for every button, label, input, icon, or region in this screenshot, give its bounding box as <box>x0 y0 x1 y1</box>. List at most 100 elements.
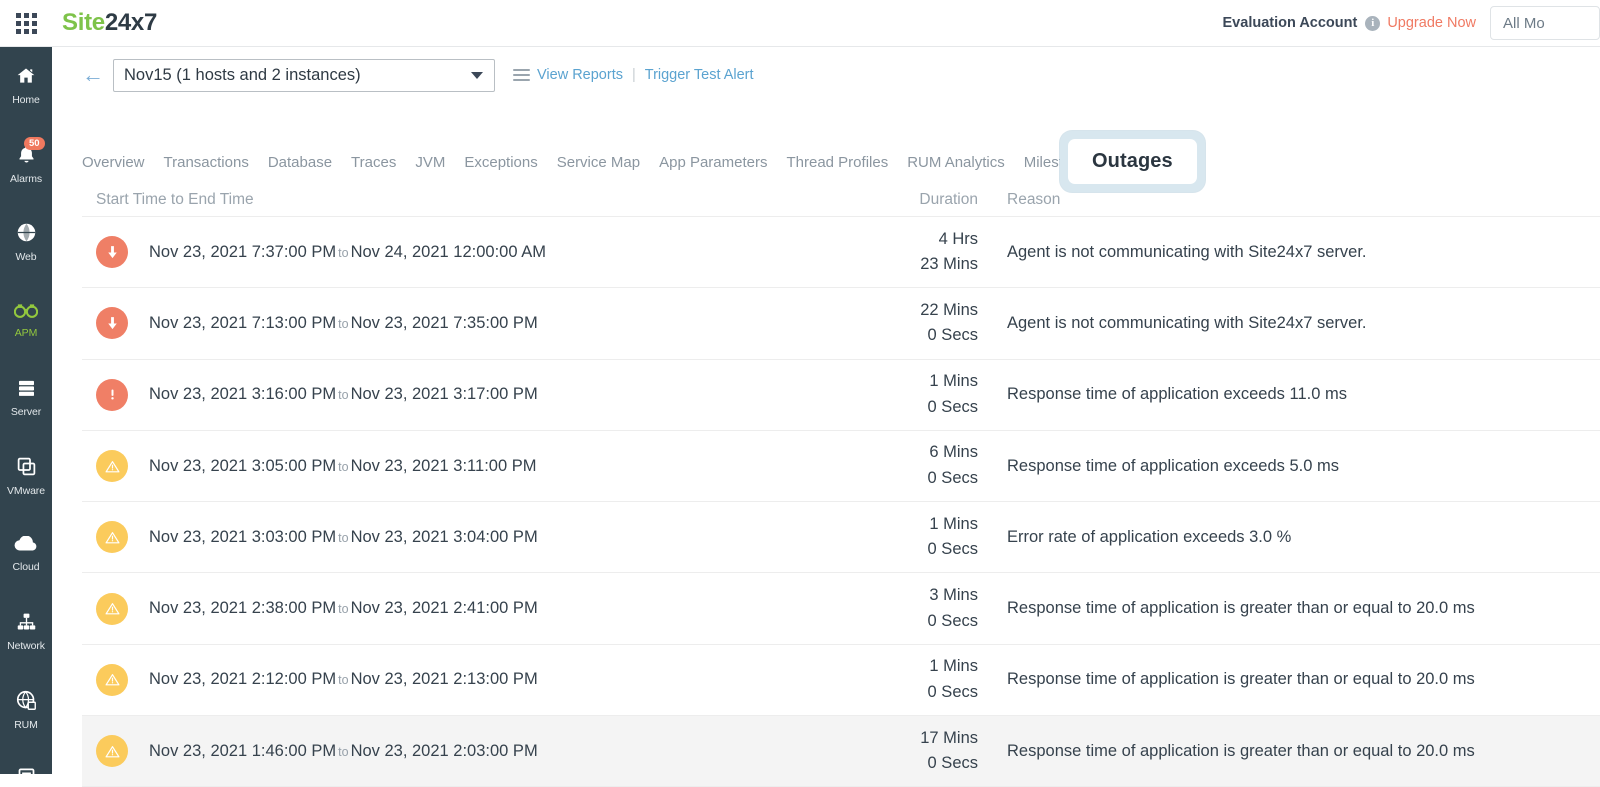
tab-app-parameters[interactable]: App Parameters <box>659 154 767 171</box>
cell-duration: 1 Mins 0 Secs <box>872 369 978 420</box>
sidebar-item-vmware[interactable]: VMware <box>0 437 52 515</box>
to-label: to <box>336 388 350 402</box>
tab-traces[interactable]: Traces <box>351 154 396 171</box>
table-row[interactable]: Nov 23, 2021 3:03:00 PMtoNov 23, 2021 3:… <box>82 502 1600 573</box>
table-row[interactable]: Nov 23, 2021 3:05:00 PMtoNov 23, 2021 3:… <box>82 431 1600 502</box>
alarms-badge: 50 <box>24 137 45 150</box>
back-arrow-icon[interactable]: ← <box>82 64 104 86</box>
sidebar-item-home[interactable]: Home <box>0 47 52 125</box>
column-header-time: Start Time to End Time <box>82 191 872 209</box>
sidebar-item-cloud[interactable]: Cloud <box>0 515 52 593</box>
end-time: Nov 23, 2021 2:41:00 PM <box>351 599 538 617</box>
time-range: Nov 23, 2021 3:16:00 PMtoNov 23, 2021 3:… <box>149 385 538 404</box>
cell-reason: Response time of application is greater … <box>978 670 1600 689</box>
cell-reason: Response time of application is greater … <box>978 742 1600 761</box>
toolbar-links: View Reports | Trigger Test Alert <box>513 67 754 83</box>
tab-database[interactable]: Database <box>268 154 332 171</box>
table-row[interactable]: Nov 23, 2021 7:13:00 PMtoNov 23, 2021 7:… <box>82 288 1600 359</box>
sidebar-label-server: Server <box>11 406 41 418</box>
logo-text-site: Site <box>62 9 105 36</box>
sidebar-label-rum: RUM <box>14 719 38 731</box>
tab-transactions[interactable]: Transactions <box>164 154 249 171</box>
status-trouble-icon <box>96 593 128 625</box>
cell-reason: Response time of application exceeds 11.… <box>978 385 1600 404</box>
sidebar-item-web[interactable]: Web <box>0 203 52 281</box>
end-time: Nov 23, 2021 3:17:00 PM <box>351 385 538 403</box>
sidebar-label-vmware: VMware <box>7 485 45 497</box>
monitor-select-dropdown[interactable]: Nov15 (1 hosts and 2 instances) <box>113 59 495 92</box>
end-time: Nov 23, 2021 3:04:00 PM <box>351 528 538 546</box>
duration-line-2: 0 Secs <box>872 751 978 777</box>
duration-line-2: 0 Secs <box>872 323 978 349</box>
duration-line-1: 4 Hrs <box>872 227 978 253</box>
cell-duration: 22 Mins 0 Secs <box>872 298 978 349</box>
apps-grid-icon[interactable] <box>0 0 52 47</box>
time-range: Nov 23, 2021 1:46:00 PMtoNov 23, 2021 2:… <box>149 742 538 761</box>
globe-icon <box>16 222 37 248</box>
column-header-reason: Reason <box>978 191 1600 209</box>
cell-duration: 1 Mins 0 Secs <box>872 654 978 705</box>
cell-time: Nov 23, 2021 2:38:00 PMtoNov 23, 2021 2:… <box>82 593 872 625</box>
cell-reason: Agent is not communicating with Site24x7… <box>978 243 1600 262</box>
sidebar-item-network[interactable]: Network <box>0 593 52 671</box>
account-label: Evaluation Account <box>1223 15 1358 31</box>
tab-overview[interactable]: Overview <box>82 154 145 171</box>
to-label: to <box>336 317 350 331</box>
left-sidebar: Home 50 Alarms Web APM Server VMware <box>0 47 52 774</box>
hamburger-icon[interactable] <box>513 69 530 81</box>
tab-thread-profiles[interactable]: Thread Profiles <box>786 154 888 171</box>
to-label: to <box>336 673 350 687</box>
tab-exceptions[interactable]: Exceptions <box>464 154 537 171</box>
start-time: Nov 23, 2021 7:37:00 PM <box>149 243 336 261</box>
cell-time: Nov 23, 2021 7:13:00 PMtoNov 23, 2021 7:… <box>82 307 872 339</box>
sidebar-item-alarms[interactable]: 50 Alarms <box>0 125 52 203</box>
tab-outages[interactable]: Outages <box>1068 139 1197 184</box>
sidebar-label-cloud: Cloud <box>13 561 40 573</box>
rum-globe-icon <box>16 690 37 716</box>
tab-rum-analytics[interactable]: RUM Analytics <box>907 154 1005 171</box>
network-icon <box>16 612 37 637</box>
cell-time: Nov 23, 2021 3:16:00 PMtoNov 23, 2021 3:… <box>82 379 872 411</box>
duration-line-2: 0 Secs <box>872 395 978 421</box>
sidebar-item-rum[interactable]: RUM <box>0 671 52 749</box>
table-row[interactable]: Nov 23, 2021 2:38:00 PMtoNov 23, 2021 2:… <box>82 573 1600 644</box>
column-header-duration: Duration <box>872 191 978 209</box>
cell-reason: Agent is not communicating with Site24x7… <box>978 314 1600 333</box>
sidebar-item-server[interactable]: Server <box>0 359 52 437</box>
end-time: Nov 24, 2021 12:00:00 AM <box>351 243 546 261</box>
sidebar-item-applogs[interactable]: AppLogs <box>0 749 52 774</box>
to-label: to <box>336 745 350 759</box>
table-row[interactable]: Nov 23, 2021 1:46:00 PMtoNov 23, 2021 2:… <box>82 716 1600 787</box>
duration-line-1: 1 Mins <box>872 654 978 680</box>
duration-line-1: 3 Mins <box>872 583 978 609</box>
cell-reason: Error rate of application exceeds 3.0 % <box>978 528 1600 547</box>
start-time: Nov 23, 2021 3:16:00 PM <box>149 385 336 403</box>
status-down-icon <box>96 307 128 339</box>
cell-duration: 6 Mins 0 Secs <box>872 440 978 491</box>
tab-bar: Overview Transactions Database Traces JV… <box>82 154 1095 171</box>
time-range: Nov 23, 2021 3:05:00 PMtoNov 23, 2021 3:… <box>149 457 536 476</box>
table-row[interactable]: Nov 23, 2021 3:16:00 PMtoNov 23, 2021 3:… <box>82 360 1600 431</box>
all-monitors-search[interactable]: All Mo <box>1490 6 1600 40</box>
cell-time: Nov 23, 2021 2:12:00 PMtoNov 23, 2021 2:… <box>82 664 872 696</box>
to-label: to <box>336 531 350 545</box>
info-icon[interactable]: i <box>1365 16 1380 31</box>
to-label: to <box>336 602 350 616</box>
trigger-test-alert-link[interactable]: Trigger Test Alert <box>645 67 754 83</box>
table-row[interactable]: Nov 23, 2021 2:12:00 PMtoNov 23, 2021 2:… <box>82 645 1600 716</box>
tab-jvm[interactable]: JVM <box>415 154 445 171</box>
end-time: Nov 23, 2021 3:11:00 PM <box>351 457 537 475</box>
upgrade-now-link[interactable]: Upgrade Now <box>1387 15 1476 31</box>
site24x7-logo[interactable]: Site24x7 <box>62 9 157 37</box>
tab-service-map[interactable]: Service Map <box>557 154 640 171</box>
start-time: Nov 23, 2021 3:03:00 PM <box>149 528 336 546</box>
duration-line-1: 22 Mins <box>872 298 978 324</box>
view-reports-link[interactable]: View Reports <box>537 67 623 83</box>
status-critical-icon <box>96 379 128 411</box>
duration-line-2: 0 Secs <box>872 466 978 492</box>
sidebar-item-apm[interactable]: APM <box>0 281 52 359</box>
table-row[interactable]: Nov 23, 2021 7:37:00 PMtoNov 24, 2021 12… <box>82 217 1600 288</box>
monitor-select-value: Nov15 (1 hosts and 2 instances) <box>124 66 361 85</box>
cell-time: Nov 23, 2021 1:46:00 PMtoNov 23, 2021 2:… <box>82 735 872 767</box>
status-trouble-icon <box>96 735 128 767</box>
